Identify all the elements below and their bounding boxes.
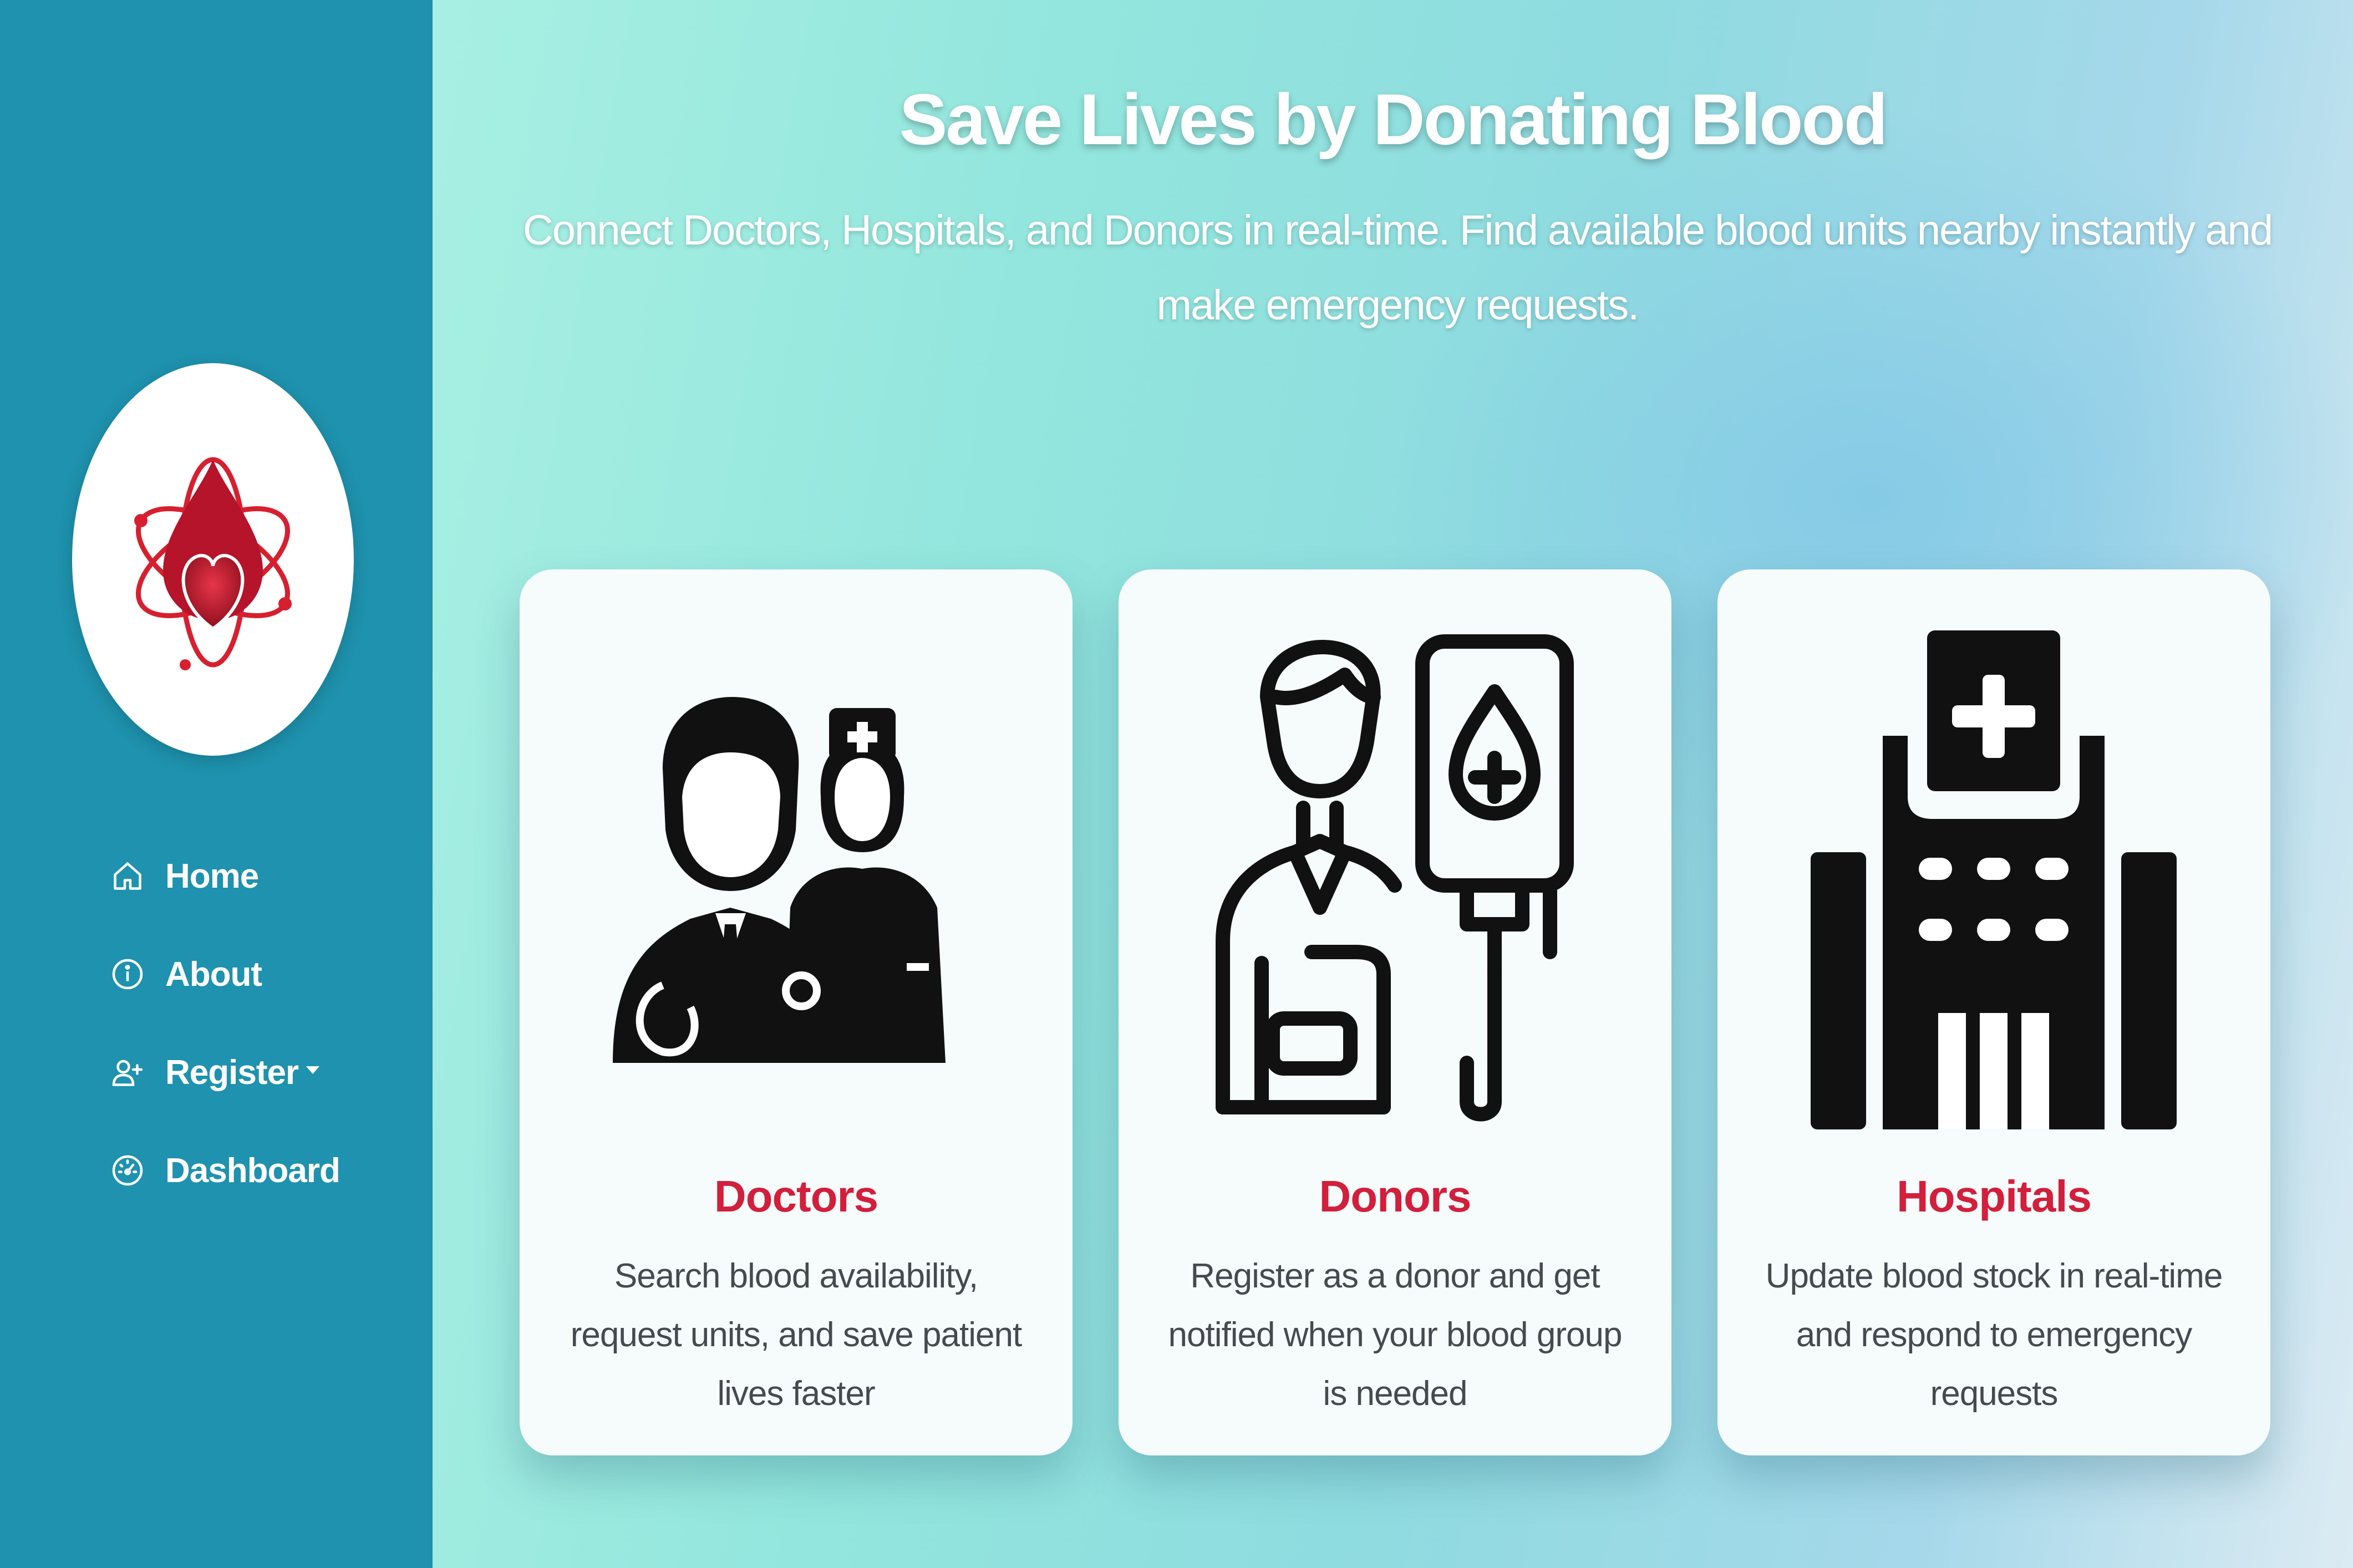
nav-item-label: Register [165, 1053, 299, 1092]
speedometer-icon [111, 1154, 144, 1187]
add-user-icon [111, 1056, 144, 1089]
main-content: Save Lives by Donating Blood Connect Doc… [433, 0, 2353, 1568]
card-title: Doctors [714, 1172, 878, 1221]
blood-drop-heart-atom-logo-icon [134, 457, 292, 670]
info-icon [111, 958, 144, 991]
sidebar: Home About Register Dashboard [0, 0, 433, 1568]
page: Home About Register Dashboard Save Lives… [0, 0, 2353, 1568]
nav-item-dashboard[interactable]: Dashboard [111, 1143, 341, 1198]
card-doctors[interactable]: Doctors Search blood availability, reque… [520, 569, 1073, 1455]
nav-item-register[interactable]: Register [111, 1045, 340, 1100]
nav-item-about[interactable]: About [111, 946, 340, 1002]
nav-item-label: Home [165, 857, 259, 895]
card-title: Hospitals [1896, 1172, 2092, 1221]
blood-donor-iv-bag-icon [1201, 630, 1589, 1129]
doctor-and-nurse-icon [602, 630, 990, 1129]
card-description: Update blood stock in real-time and resp… [1765, 1257, 2223, 1413]
home-icon [111, 859, 144, 893]
card-donors[interactable]: Donors Register as a donor and get notif… [1119, 569, 1671, 1455]
nav-item-home[interactable]: Home [111, 848, 340, 904]
chevron-down-icon[interactable] [306, 1066, 320, 1074]
card-description: Search blood availability, request units… [570, 1257, 1022, 1413]
nav-item-label: About [165, 955, 262, 994]
nav-item-label: Dashboard [165, 1151, 341, 1190]
hospital-building-icon [1800, 630, 2188, 1129]
sidebar-nav: Home About Register Dashboard [111, 848, 341, 1241]
card-title: Donors [1319, 1172, 1472, 1221]
card-hospitals[interactable]: Hospitals Update blood stock in real-tim… [1717, 569, 2270, 1455]
hero-subtitle: Connect Doctors, Hospitals, and Donors i… [522, 207, 2273, 329]
card-description: Register as a donor and get notified whe… [1168, 1257, 1623, 1413]
hero-title: Save Lives by Donating Blood [899, 79, 1888, 160]
logo[interactable] [72, 363, 354, 756]
